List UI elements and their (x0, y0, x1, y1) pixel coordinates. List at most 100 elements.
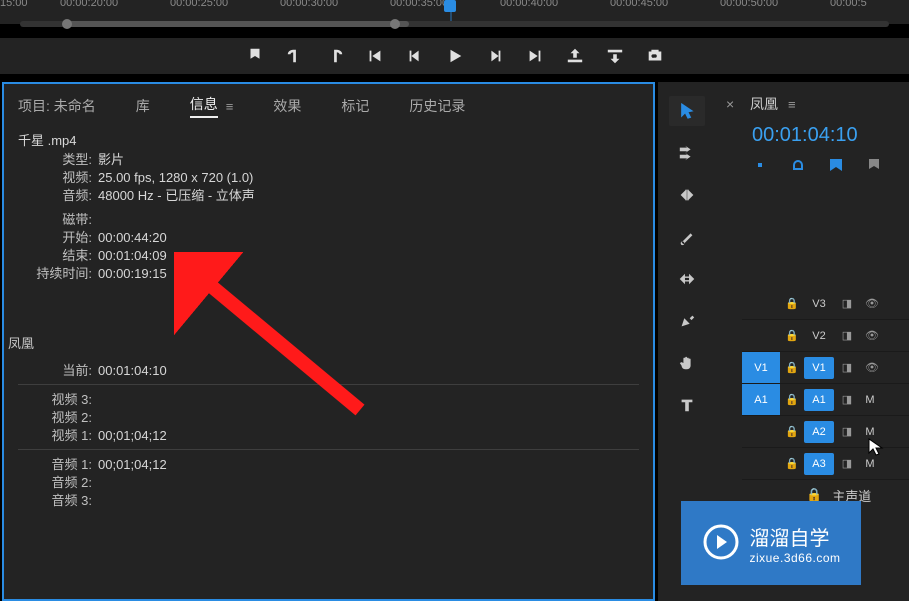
duration-label: 持续时间: (18, 265, 98, 283)
slider-handle-right[interactable] (390, 19, 400, 29)
time-mark: 00:00:35:00 (390, 0, 448, 9)
track-row-a3[interactable]: 🔒 A3 ◨ M (742, 448, 909, 480)
v1-label: 视频 1: (18, 427, 98, 445)
a1-label: 音频 1: (18, 456, 98, 474)
mute-button[interactable]: M (860, 426, 880, 438)
hand-tool-icon[interactable] (669, 348, 705, 378)
audio-label: 音频: (18, 187, 98, 205)
track-header-list: 🔒 V3 ◨ 👁 🔒 V2 ◨ 👁 V1 🔒 V1 ◨ 👁 A1 (742, 288, 909, 510)
lock-icon[interactable]: 🔒 (780, 393, 804, 406)
lock-icon[interactable]: 🔒 (780, 329, 804, 342)
audio-value: 48000 Hz - 已压缩 - 立体声 (98, 187, 255, 205)
type-tool-icon[interactable] (669, 390, 705, 420)
lift-icon[interactable] (566, 47, 584, 65)
sequence-tab-title[interactable]: 凤凰 (750, 94, 778, 114)
clip-name: 千星 .mp4 (18, 130, 639, 149)
ripple-edit-tool-icon[interactable] (669, 180, 705, 210)
step-forward-icon[interactable] (486, 47, 504, 65)
tab-info[interactable]: 信息 (190, 94, 218, 118)
sync-lock-icon[interactable]: ◨ (834, 393, 860, 406)
track-row-v2[interactable]: 🔒 V2 ◨ 👁 (742, 320, 909, 352)
step-back-icon[interactable] (406, 47, 424, 65)
a2-label: 音频 2: (18, 474, 98, 492)
sync-lock-icon[interactable]: ◨ (834, 457, 860, 470)
track-target-a3[interactable]: A3 (804, 453, 834, 475)
video-value: 25.00 fps, 1280 x 720 (1.0) (98, 169, 253, 187)
track-row-v1[interactable]: V1 🔒 V1 ◨ 👁 (742, 352, 909, 384)
eye-icon[interactable]: 👁 (860, 361, 884, 374)
selection-tool-icon[interactable] (669, 96, 705, 126)
play-icon[interactable] (446, 47, 464, 65)
in-label: 开始: (18, 229, 98, 247)
sync-lock-icon[interactable]: ◨ (834, 425, 860, 438)
watermark-title: 溜溜自学 (749, 522, 840, 551)
sequence-name: 凤凰 (8, 333, 639, 352)
track-target-a2[interactable]: A2 (804, 421, 834, 443)
mark-out-icon[interactable] (326, 47, 344, 65)
pen-tool-icon[interactable] (669, 306, 705, 336)
a3-label: 音频 3: (18, 492, 98, 510)
lock-icon[interactable]: 🔒 (780, 425, 804, 438)
mute-button[interactable]: M (860, 458, 880, 470)
tab-history[interactable]: 历史记录 (409, 96, 465, 116)
panel-tabs: 项目: 未命名 库 信息 ≡ 效果 标记 历史记录 (4, 84, 653, 124)
out-label: 结束: (18, 247, 98, 265)
panel-menu-icon[interactable]: ≡ (226, 99, 234, 114)
tab-markers[interactable]: 标记 (341, 96, 369, 116)
type-label: 类型: (18, 151, 98, 169)
extract-icon[interactable] (606, 47, 624, 65)
lock-icon[interactable]: 🔒 (780, 361, 804, 374)
current-timecode[interactable]: 00:01:04:10 (716, 120, 909, 151)
go-to-in-icon[interactable] (366, 47, 384, 65)
mark-in-icon[interactable] (286, 47, 304, 65)
snap-icon[interactable] (752, 157, 768, 176)
time-mark: 15:00 (0, 0, 28, 9)
tab-project[interactable]: 项目: 未命名 (18, 96, 96, 116)
track-target-v2[interactable]: V2 (804, 325, 834, 347)
in-value: 00:00:44:20 (98, 229, 167, 247)
v2-label: 视频 2: (18, 409, 98, 427)
close-sequence-icon[interactable]: × (726, 96, 740, 112)
playhead-icon[interactable] (444, 0, 456, 12)
track-row-a2[interactable]: 🔒 A2 ◨ M (742, 416, 909, 448)
eye-icon[interactable]: 👁 (860, 297, 884, 310)
out-value: 00:01:04:09 (98, 247, 167, 265)
track-row-v3[interactable]: 🔒 V3 ◨ 👁 (742, 288, 909, 320)
export-frame-icon[interactable] (646, 47, 664, 65)
info-panel: 项目: 未命名 库 信息 ≡ 效果 标记 历史记录 千星 .mp4 类型:影片 … (2, 82, 655, 601)
razor-tool-icon[interactable] (669, 222, 705, 252)
tab-effects[interactable]: 效果 (273, 96, 301, 116)
track-target-v3[interactable]: V3 (804, 293, 834, 315)
sync-lock-icon[interactable]: ◨ (834, 297, 860, 310)
slip-tool-icon[interactable] (669, 264, 705, 294)
mute-button[interactable]: M (860, 394, 880, 406)
sequence-info-block: 凤凰 当前:00:01:04:10 视频 3: 视频 2: 视频 1:00;01… (4, 293, 653, 520)
a1-value: 00;01;04;12 (98, 456, 167, 474)
time-mark: 00:00:50:00 (720, 0, 778, 9)
current-label: 当前: (18, 362, 98, 380)
tab-library[interactable]: 库 (136, 96, 150, 116)
linked-selection-icon[interactable] (790, 157, 806, 176)
slider-handle-left[interactable] (62, 19, 72, 29)
tape-label: 磁带: (18, 211, 98, 229)
sequence-toolbar (716, 151, 909, 184)
track-row-a1[interactable]: A1 🔒 A1 ◨ M (742, 384, 909, 416)
track-target-v1[interactable]: V1 (804, 357, 834, 379)
source-patch-v1[interactable]: V1 (742, 352, 780, 383)
ruler-zoom-slider[interactable] (20, 21, 889, 27)
source-patch-a1[interactable]: A1 (742, 384, 780, 415)
sequence-menu-icon[interactable]: ≡ (788, 97, 796, 112)
lock-icon[interactable]: 🔒 (780, 297, 804, 310)
sync-lock-icon[interactable]: ◨ (834, 329, 860, 342)
track-target-a1[interactable]: A1 (804, 389, 834, 411)
lock-icon[interactable]: 🔒 (780, 457, 804, 470)
go-to-out-icon[interactable] (526, 47, 544, 65)
add-marker-seq-icon[interactable] (828, 157, 844, 176)
watermark-logo-icon (701, 522, 741, 565)
time-mark: 00:00:25:00 (170, 0, 228, 9)
eye-icon[interactable]: 👁 (860, 329, 884, 342)
settings-icon[interactable] (866, 157, 882, 176)
add-marker-icon[interactable] (246, 47, 264, 65)
track-select-forward-icon[interactable] (669, 138, 705, 168)
sync-lock-icon[interactable]: ◨ (834, 361, 860, 374)
